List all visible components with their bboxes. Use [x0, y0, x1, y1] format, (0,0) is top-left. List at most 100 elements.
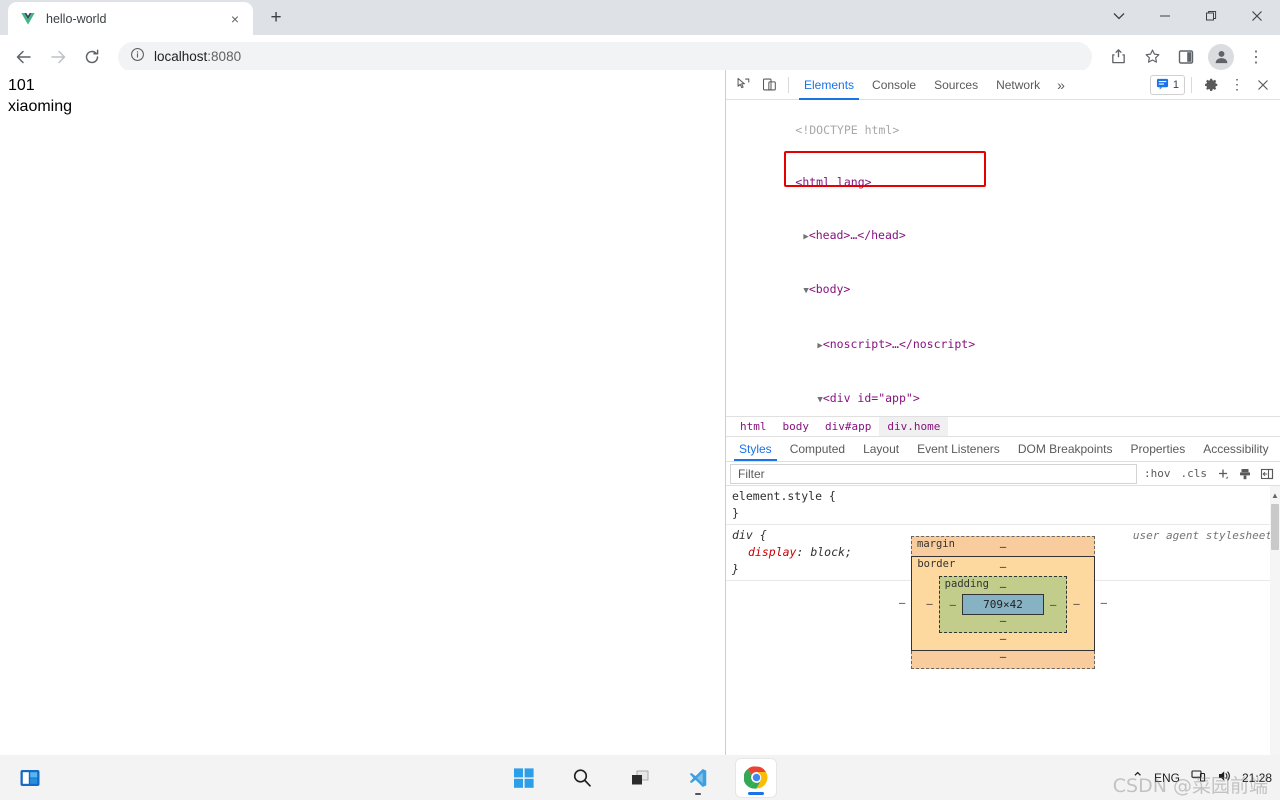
bookmark-star-icon[interactable]	[1136, 41, 1168, 73]
new-style-rule-button[interactable]	[1212, 464, 1234, 484]
margin-right-value[interactable]: –	[1101, 597, 1107, 609]
margin-row: – border – – padding – – 709×42 – – – – …	[899, 554, 1107, 651]
toolbar-actions: ⋮	[1102, 41, 1272, 73]
forward-button[interactable]	[42, 41, 74, 73]
url-text: localhost:8080	[154, 49, 241, 64]
tab-dom-breakpoints[interactable]: DOM Breakpoints	[1009, 437, 1122, 461]
scroll-up-arrow-icon[interactable]: ▲	[1271, 488, 1279, 502]
search-tabs-icon[interactable]	[1096, 0, 1142, 32]
tab-console[interactable]: Console	[863, 70, 925, 100]
more-tabs-icon[interactable]: »	[1049, 70, 1073, 100]
dom-line-div-app[interactable]: ▼<div id="app">	[726, 373, 1280, 417]
print-style-icon[interactable]	[1234, 464, 1256, 484]
chrome-icon[interactable]	[736, 758, 776, 797]
margin-label: margin	[917, 538, 955, 550]
dom-line-noscript[interactable]: ▶<noscript>…</noscript>	[726, 318, 1280, 373]
taskbar: ⌃ ENG 21:28 CSDN @菜园前端	[0, 755, 1280, 800]
address-bar[interactable]: localhost:8080	[118, 41, 1092, 72]
devtools-panel: Elements Console Sources Network » 1 ⋮ <…	[725, 70, 1280, 755]
tray-expand-chevron-icon[interactable]: ⌃	[1131, 769, 1144, 787]
dom-line-html-open[interactable]: <html lang>	[726, 157, 1280, 210]
breadcrumb-item-div-home[interactable]: div.home	[879, 416, 949, 437]
tab-computed[interactable]: Computed	[781, 437, 854, 461]
search-icon[interactable]	[562, 759, 602, 797]
box-model-margin[interactable]: margin – – border – – padding – – 709×42…	[899, 536, 1107, 669]
border-bottom-value[interactable]: –	[926, 633, 1079, 646]
tab-network[interactable]: Network	[987, 70, 1049, 100]
padding-bottom-value[interactable]: –	[950, 615, 1057, 628]
task-view-icon[interactable]	[620, 759, 660, 797]
vscode-icon[interactable]	[678, 759, 718, 797]
tab-accessibility[interactable]: Accessibility	[1194, 437, 1277, 461]
url-port: :8080	[207, 49, 242, 64]
close-devtools-icon[interactable]	[1250, 72, 1276, 98]
minimize-window-button[interactable]	[1142, 0, 1188, 32]
start-icon[interactable]	[504, 759, 544, 797]
url-host: localhost	[154, 49, 208, 64]
language-indicator[interactable]: ENG	[1154, 771, 1180, 785]
padding-row: – 709×42 –	[950, 594, 1056, 615]
box-model-border[interactable]: border – – padding – – 709×42 – – – –	[911, 556, 1095, 651]
border-left-value[interactable]: –	[926, 598, 932, 610]
dom-tree[interactable]: <!DOCTYPE html> <html lang> ▶<head>…</he…	[726, 100, 1280, 416]
profile-avatar-icon[interactable]	[1208, 43, 1234, 70]
browser-menu-icon[interactable]: ⋮	[1240, 41, 1272, 73]
padding-left-value[interactable]: –	[950, 599, 956, 611]
reload-button[interactable]	[76, 41, 108, 73]
inspect-element-icon[interactable]	[730, 72, 756, 98]
tab-layout[interactable]: Layout	[854, 437, 908, 461]
close-window-button[interactable]	[1234, 0, 1280, 32]
padding-right-value[interactable]: –	[1050, 599, 1056, 611]
border-right-value[interactable]: –	[1073, 598, 1079, 610]
close-tab-icon[interactable]: ×	[225, 9, 245, 29]
dom-line-body-open[interactable]: ▼<body>	[726, 264, 1280, 319]
new-tab-button[interactable]: +	[262, 4, 290, 32]
box-model-content-size[interactable]: 709×42	[962, 594, 1044, 615]
app-running-indicator	[748, 791, 764, 795]
toggle-sidebar-icon[interactable]	[1256, 464, 1278, 484]
margin-bottom-value[interactable]: –	[930, 651, 1076, 664]
maximize-window-button[interactable]	[1188, 0, 1234, 32]
dom-line-doctype[interactable]: <!DOCTYPE html>	[726, 104, 1280, 157]
devtools-menu-icon[interactable]: ⋮	[1224, 72, 1250, 98]
side-panel-icon[interactable]	[1170, 41, 1202, 73]
taskbar-apps	[0, 758, 1280, 797]
browser-tab[interactable]: hello-world ×	[8, 2, 253, 35]
html-open-tag: <html lang>	[795, 175, 872, 189]
share-icon[interactable]	[1102, 41, 1134, 73]
tab-event-listeners[interactable]: Event Listeners	[908, 437, 1009, 461]
margin-left-value[interactable]: –	[899, 597, 905, 609]
clock-time[interactable]: 21:28	[1242, 771, 1272, 785]
doctype-text: <!DOCTYPE html>	[795, 122, 900, 137]
styles-pane: element.style { } div { display: block; …	[726, 486, 1280, 755]
gear-icon[interactable]	[1198, 72, 1224, 98]
styles-filter-row: Filter :hov .cls	[726, 462, 1280, 486]
filter-input[interactable]: Filter	[730, 463, 1137, 484]
box-model-padding[interactable]: padding – – 709×42 – –	[938, 576, 1068, 633]
div-app-tag: <div id="app">	[822, 391, 920, 405]
breadcrumb-item-body[interactable]: body	[775, 417, 818, 437]
volume-icon[interactable]	[1216, 768, 1232, 787]
scrollbar-thumb[interactable]	[1271, 504, 1279, 550]
breadcrumb-item-html[interactable]: html	[732, 417, 775, 437]
breadcrumb: html body div#app div.home	[726, 416, 1280, 437]
browser-window: hello-world × + localhost:8080 ⋮ 101 xia…	[0, 0, 1280, 755]
dom-line-head[interactable]: ▶<head>…</head>	[726, 209, 1280, 264]
box-model: margin – – border – – padding – – 709×42…	[899, 536, 1107, 755]
cls-toggle-button[interactable]: .cls	[1176, 464, 1213, 484]
back-button[interactable]	[8, 41, 40, 73]
tab-styles[interactable]: Styles	[730, 437, 781, 461]
breadcrumb-item-div-app[interactable]: div#app	[817, 417, 879, 437]
styles-scrollbar[interactable]: ▲	[1270, 486, 1280, 755]
tab-sources[interactable]: Sources	[925, 70, 987, 100]
issues-badge[interactable]: 1	[1149, 74, 1185, 95]
padding-label: padding	[944, 578, 989, 590]
issues-message-icon	[1156, 77, 1169, 93]
border-label: border	[917, 558, 956, 570]
hov-toggle-button[interactable]: :hov	[1139, 464, 1176, 484]
tab-elements[interactable]: Elements	[795, 70, 863, 100]
network-icon[interactable]	[1190, 768, 1206, 787]
tab-properties[interactable]: Properties	[1122, 437, 1195, 461]
device-toolbar-icon[interactable]	[756, 72, 782, 98]
info-circle-icon[interactable]	[130, 47, 145, 67]
